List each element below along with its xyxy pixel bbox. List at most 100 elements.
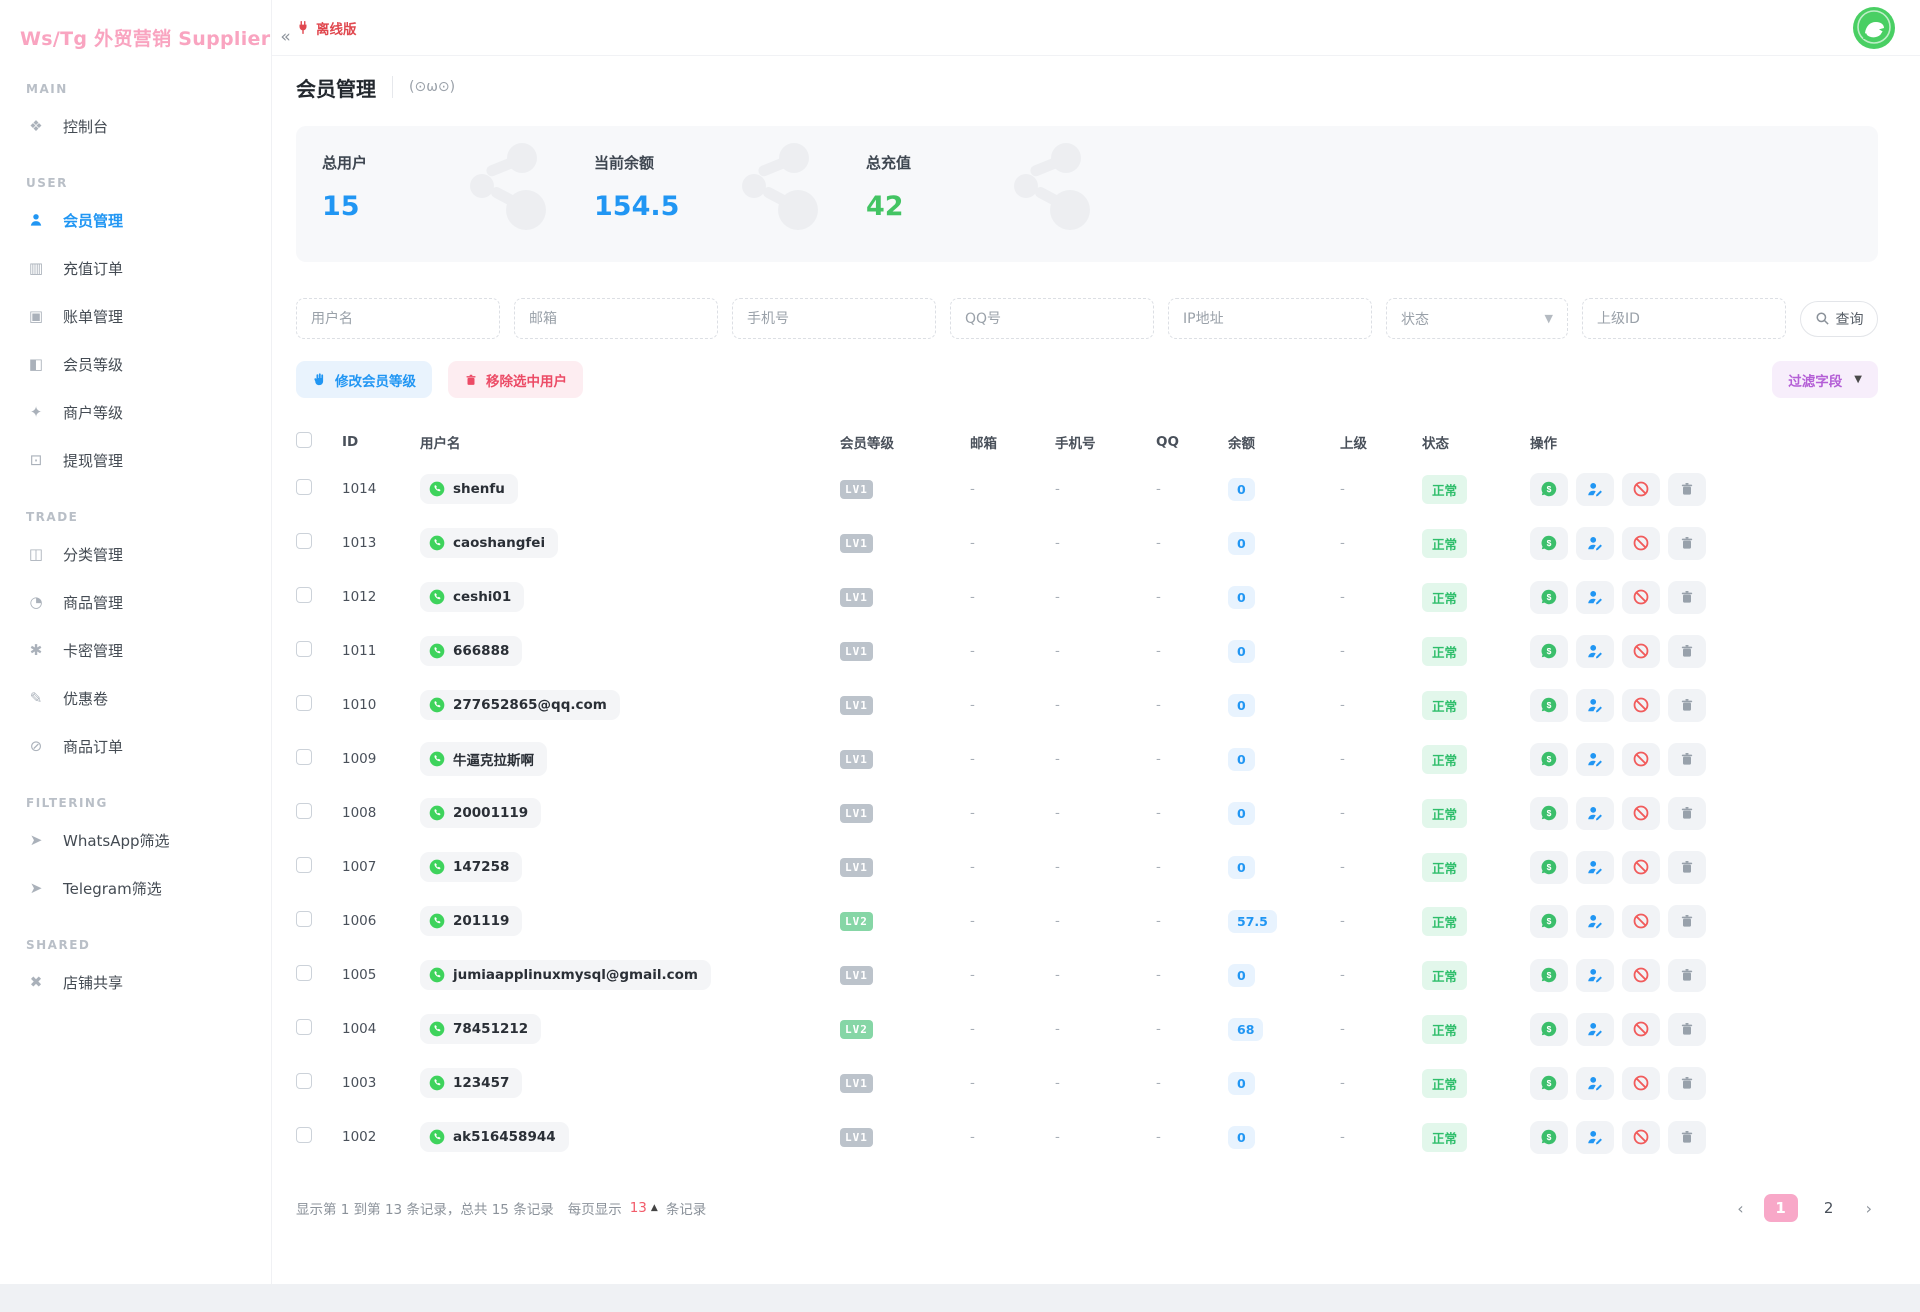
delete-user-button[interactable] — [1668, 905, 1706, 938]
sidebar-item-shop-share[interactable]: ✖店铺共享 — [0, 958, 271, 1006]
change-level-button[interactable]: 修改会员等级 — [296, 361, 432, 398]
delete-user-button[interactable] — [1668, 527, 1706, 560]
username-pill[interactable]: 123457 — [420, 1068, 522, 1098]
ban-user-button[interactable] — [1622, 1121, 1660, 1154]
edit-user-button[interactable] — [1576, 851, 1614, 884]
edit-user-button[interactable] — [1576, 797, 1614, 830]
ban-user-button[interactable] — [1622, 527, 1660, 560]
delete-user-button[interactable] — [1668, 1121, 1706, 1154]
username-pill[interactable]: 147258 — [420, 852, 522, 882]
search-button[interactable]: 查询 — [1800, 301, 1878, 337]
username-pill[interactable]: shenfu — [420, 474, 518, 504]
filter-input[interactable] — [514, 298, 718, 339]
delete-user-button[interactable] — [1668, 851, 1706, 884]
parent-id-input[interactable] — [1582, 298, 1786, 339]
delete-user-button[interactable] — [1668, 581, 1706, 614]
edit-user-button[interactable] — [1576, 1121, 1614, 1154]
edit-user-button[interactable] — [1576, 473, 1614, 506]
delete-user-button[interactable] — [1668, 689, 1706, 722]
recharge-button[interactable]: $ — [1530, 473, 1568, 506]
user-avatar[interactable] — [1852, 6, 1896, 50]
recharge-button[interactable]: $ — [1530, 689, 1568, 722]
delete-user-button[interactable] — [1668, 1013, 1706, 1046]
filter-input[interactable] — [732, 298, 936, 339]
row-checkbox[interactable] — [296, 695, 312, 711]
edit-user-button[interactable] — [1576, 581, 1614, 614]
sidebar-item-merchant-level[interactable]: ✦商户等级 — [0, 388, 271, 436]
sidebar-item-category[interactable]: ◫分类管理 — [0, 530, 271, 578]
delete-user-button[interactable] — [1668, 797, 1706, 830]
recharge-button[interactable]: $ — [1530, 797, 1568, 830]
recharge-button[interactable]: $ — [1530, 1067, 1568, 1100]
delete-user-button[interactable] — [1668, 743, 1706, 776]
username-pill[interactable]: 78451212 — [420, 1014, 541, 1044]
row-checkbox[interactable] — [296, 803, 312, 819]
sidebar-item-card-keys[interactable]: ✱卡密管理 — [0, 626, 271, 674]
row-checkbox[interactable] — [296, 749, 312, 765]
select-all-checkbox[interactable] — [296, 432, 312, 448]
username-pill[interactable]: jumiaapplinuxmysql@gmail.com — [420, 960, 711, 990]
ban-user-button[interactable] — [1622, 851, 1660, 884]
edit-user-button[interactable] — [1576, 635, 1614, 668]
sidebar-item-dashboard[interactable]: ❖控制台 — [0, 102, 271, 150]
ban-user-button[interactable] — [1622, 689, 1660, 722]
edit-user-button[interactable] — [1576, 905, 1614, 938]
sidebar-item-telegram-filter[interactable]: ➤Telegram筛选 — [0, 864, 271, 912]
ban-user-button[interactable] — [1622, 743, 1660, 776]
filter-input[interactable] — [1168, 298, 1372, 339]
sidebar-item-members[interactable]: 会员管理 — [0, 196, 271, 244]
row-checkbox[interactable] — [296, 479, 312, 495]
delete-user-button[interactable] — [1668, 1067, 1706, 1100]
page-button-1[interactable]: 1 — [1764, 1194, 1798, 1222]
username-pill[interactable]: 牛逼克拉斯啊 — [420, 742, 547, 776]
username-pill[interactable]: ceshi01 — [420, 582, 524, 612]
username-pill[interactable]: 20001119 — [420, 798, 541, 828]
username-pill[interactable]: 277652865@qq.com — [420, 690, 620, 720]
row-checkbox[interactable] — [296, 1127, 312, 1143]
recharge-button[interactable]: $ — [1530, 1121, 1568, 1154]
ban-user-button[interactable] — [1622, 581, 1660, 614]
recharge-button[interactable]: $ — [1530, 527, 1568, 560]
edit-user-button[interactable] — [1576, 743, 1614, 776]
sidebar-item-recharge-orders[interactable]: ▥充值订单 — [0, 244, 271, 292]
recharge-button[interactable]: $ — [1530, 959, 1568, 992]
row-checkbox[interactable] — [296, 911, 312, 927]
delete-user-button[interactable] — [1668, 959, 1706, 992]
edit-user-button[interactable] — [1576, 1013, 1614, 1046]
username-pill[interactable]: ak516458944 — [420, 1122, 569, 1152]
filter-fields-button[interactable]: 过滤字段 ▼ — [1772, 361, 1878, 398]
recharge-button[interactable]: $ — [1530, 1013, 1568, 1046]
ban-user-button[interactable] — [1622, 1067, 1660, 1100]
sidebar-item-product-orders[interactable]: ⊘商品订单 — [0, 722, 271, 770]
row-checkbox[interactable] — [296, 965, 312, 981]
ban-user-button[interactable] — [1622, 635, 1660, 668]
recharge-button[interactable]: $ — [1530, 851, 1568, 884]
recharge-button[interactable]: $ — [1530, 581, 1568, 614]
username-pill[interactable]: 201119 — [420, 906, 522, 936]
recharge-button[interactable]: $ — [1530, 743, 1568, 776]
edit-user-button[interactable] — [1576, 527, 1614, 560]
delete-user-button[interactable] — [1668, 635, 1706, 668]
sidebar-item-whatsapp-filter[interactable]: ➤WhatsApp筛选 — [0, 816, 271, 864]
row-checkbox[interactable] — [296, 533, 312, 549]
sidebar-item-coupons[interactable]: ✎优惠卷 — [0, 674, 271, 722]
row-checkbox[interactable] — [296, 857, 312, 873]
per-page-value[interactable]: 13 — [630, 1200, 647, 1216]
ban-user-button[interactable] — [1622, 1013, 1660, 1046]
sidebar-item-withdrawal[interactable]: ⊡提现管理 — [0, 436, 271, 484]
edit-user-button[interactable] — [1576, 1067, 1614, 1100]
sidebar-item-member-level[interactable]: ◧会员等级 — [0, 340, 271, 388]
prev-page-arrow[interactable]: ‹ — [1731, 1199, 1749, 1218]
username-pill[interactable]: caoshangfei — [420, 528, 558, 558]
edit-user-button[interactable] — [1576, 689, 1614, 722]
row-checkbox[interactable] — [296, 1019, 312, 1035]
recharge-button[interactable]: $ — [1530, 905, 1568, 938]
row-checkbox[interactable] — [296, 587, 312, 603]
next-page-arrow[interactable]: › — [1860, 1199, 1878, 1218]
remove-selected-button[interactable]: 移除选中用户 — [448, 361, 583, 398]
recharge-button[interactable]: $ — [1530, 635, 1568, 668]
row-checkbox[interactable] — [296, 1073, 312, 1089]
ban-user-button[interactable] — [1622, 959, 1660, 992]
page-button-2[interactable]: 2 — [1812, 1194, 1846, 1222]
filter-input[interactable] — [950, 298, 1154, 339]
